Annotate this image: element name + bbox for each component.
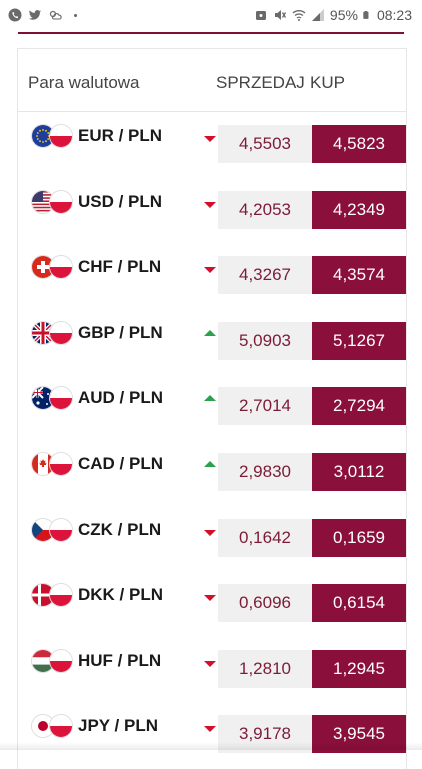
trend-down-icon bbox=[204, 201, 216, 208]
table-header: Para walutowa SPRZEDAJ KUP bbox=[18, 49, 406, 112]
trend-down-icon bbox=[204, 267, 216, 274]
table-row[interactable]: GBP / PLN 5,0903 5,1267 bbox=[18, 308, 406, 373]
status-bar: 95% 08:23 bbox=[0, 0, 422, 30]
exchange-rate-table: Para walutowa SPRZEDAJ KUP EUR / PLN 4,55… bbox=[17, 48, 407, 769]
table-row[interactable]: CHF / PLN 4,3267 4,3574 bbox=[18, 242, 406, 307]
wifi-icon bbox=[292, 10, 306, 21]
currency-pair-label: JPY / PLN bbox=[78, 716, 158, 736]
pl-flag-icon bbox=[50, 125, 72, 147]
table-row[interactable]: USD / PLN 4,2053 4,2349 bbox=[18, 177, 406, 242]
column-header-sell: SPRZEDAJ bbox=[216, 73, 305, 92]
column-header-buy: KUP bbox=[310, 73, 345, 92]
sell-rate: 2,9830 bbox=[218, 453, 312, 491]
currency-flags bbox=[32, 715, 78, 738]
sell-rate: 1,2810 bbox=[218, 649, 312, 688]
notification-dot-icon bbox=[74, 13, 77, 17]
currency-flags bbox=[32, 256, 78, 279]
buy-rate[interactable]: 4,3574 bbox=[312, 256, 406, 295]
currency-pair-label: AUD / PLN bbox=[78, 388, 163, 408]
mute-icon bbox=[274, 10, 286, 20]
buy-rate[interactable]: 0,6154 bbox=[312, 584, 406, 623]
sell-rate: 5,0903 bbox=[218, 321, 312, 360]
currency-pair-label: HUF / PLN bbox=[78, 650, 162, 670]
trend-down-icon bbox=[204, 595, 216, 602]
buy-rate[interactable]: 3,0112 bbox=[312, 453, 406, 491]
pl-flag-icon bbox=[50, 321, 72, 344]
currency-pair-label: CZK / PLN bbox=[78, 519, 162, 539]
header-divider bbox=[18, 32, 404, 34]
pl-flag-icon bbox=[50, 387, 72, 410]
currency-flags bbox=[32, 453, 78, 475]
pl-flag-icon bbox=[50, 649, 72, 672]
currency-flags bbox=[32, 584, 78, 607]
table-row[interactable]: HUF / PLN 1,2810 1,2945 bbox=[18, 636, 406, 701]
column-header-pair: Para walutowa bbox=[28, 73, 140, 92]
battery-percent: 95% bbox=[329, 7, 358, 23]
table-row[interactable]: AUD / PLN 2,7014 2,7294 bbox=[18, 373, 406, 438]
pl-flag-icon bbox=[50, 518, 72, 541]
trend-down-icon bbox=[204, 726, 216, 733]
pl-flag-icon bbox=[50, 715, 72, 738]
currency-flags bbox=[32, 125, 78, 147]
twitter-icon bbox=[29, 10, 41, 20]
currency-flags bbox=[32, 321, 78, 344]
sell-rate: 0,1642 bbox=[218, 518, 312, 557]
clock: 08:23 bbox=[376, 7, 412, 23]
weather-icon bbox=[49, 10, 62, 20]
signal-icon bbox=[311, 9, 324, 21]
table-row[interactable]: CZK / PLN 0,1642 0,1659 bbox=[18, 505, 406, 570]
table-row[interactable]: DKK / PLN 0,6096 0,6154 bbox=[18, 570, 406, 635]
sell-rate: 4,5503 bbox=[218, 125, 312, 163]
currency-pair-label: GBP / PLN bbox=[78, 322, 163, 342]
currency-pair-label: USD / PLN bbox=[78, 191, 163, 211]
pl-flag-icon bbox=[50, 453, 72, 475]
trend-down-icon bbox=[204, 660, 216, 667]
currency-flags bbox=[32, 649, 78, 672]
buy-rate[interactable]: 1,2945 bbox=[312, 649, 406, 688]
status-bar-right: 95% 08:23 bbox=[254, 7, 422, 23]
sell-rate: 4,3267 bbox=[218, 256, 312, 295]
currency-pair-label: CAD / PLN bbox=[78, 454, 163, 473]
phone-icon bbox=[8, 8, 22, 22]
buy-rate[interactable]: 4,2349 bbox=[312, 190, 406, 229]
trend-up-icon bbox=[204, 329, 216, 336]
pl-flag-icon bbox=[50, 584, 72, 607]
trend-down-icon bbox=[204, 529, 216, 536]
buy-rate[interactable]: 2,7294 bbox=[312, 387, 406, 426]
status-bar-left bbox=[0, 8, 77, 22]
battery-icon bbox=[363, 11, 369, 19]
table-row[interactable]: CAD / PLN 2,9830 3,0112 bbox=[18, 439, 406, 504]
scroll-shadow bbox=[0, 742, 422, 750]
table-row[interactable]: JPY / PLN 3,9178 3,9545 bbox=[18, 701, 406, 766]
buy-rate[interactable]: 5,1267 bbox=[312, 321, 406, 360]
trend-up-icon bbox=[204, 395, 216, 402]
sell-rate: 2,7014 bbox=[218, 387, 312, 426]
table-row[interactable]: EUR / PLN 4,5503 4,5823 bbox=[18, 111, 406, 176]
pl-flag-icon bbox=[50, 190, 72, 213]
currency-flags bbox=[32, 190, 78, 213]
buy-rate[interactable]: 4,5823 bbox=[312, 125, 406, 163]
sell-rate: 0,6096 bbox=[218, 584, 312, 623]
currency-pair-label: DKK / PLN bbox=[78, 585, 163, 605]
pl-flag-icon bbox=[50, 256, 72, 279]
sell-rate: 4,2053 bbox=[218, 190, 312, 229]
trend-up-icon bbox=[204, 461, 216, 467]
buy-rate[interactable]: 0,1659 bbox=[312, 518, 406, 557]
currency-pair-label: EUR / PLN bbox=[78, 126, 163, 145]
currency-flags bbox=[32, 387, 78, 410]
currency-flags bbox=[32, 518, 78, 541]
lock-screen-icon bbox=[255, 11, 266, 20]
trend-down-icon bbox=[204, 136, 216, 142]
currency-pair-label: CHF / PLN bbox=[78, 257, 162, 277]
